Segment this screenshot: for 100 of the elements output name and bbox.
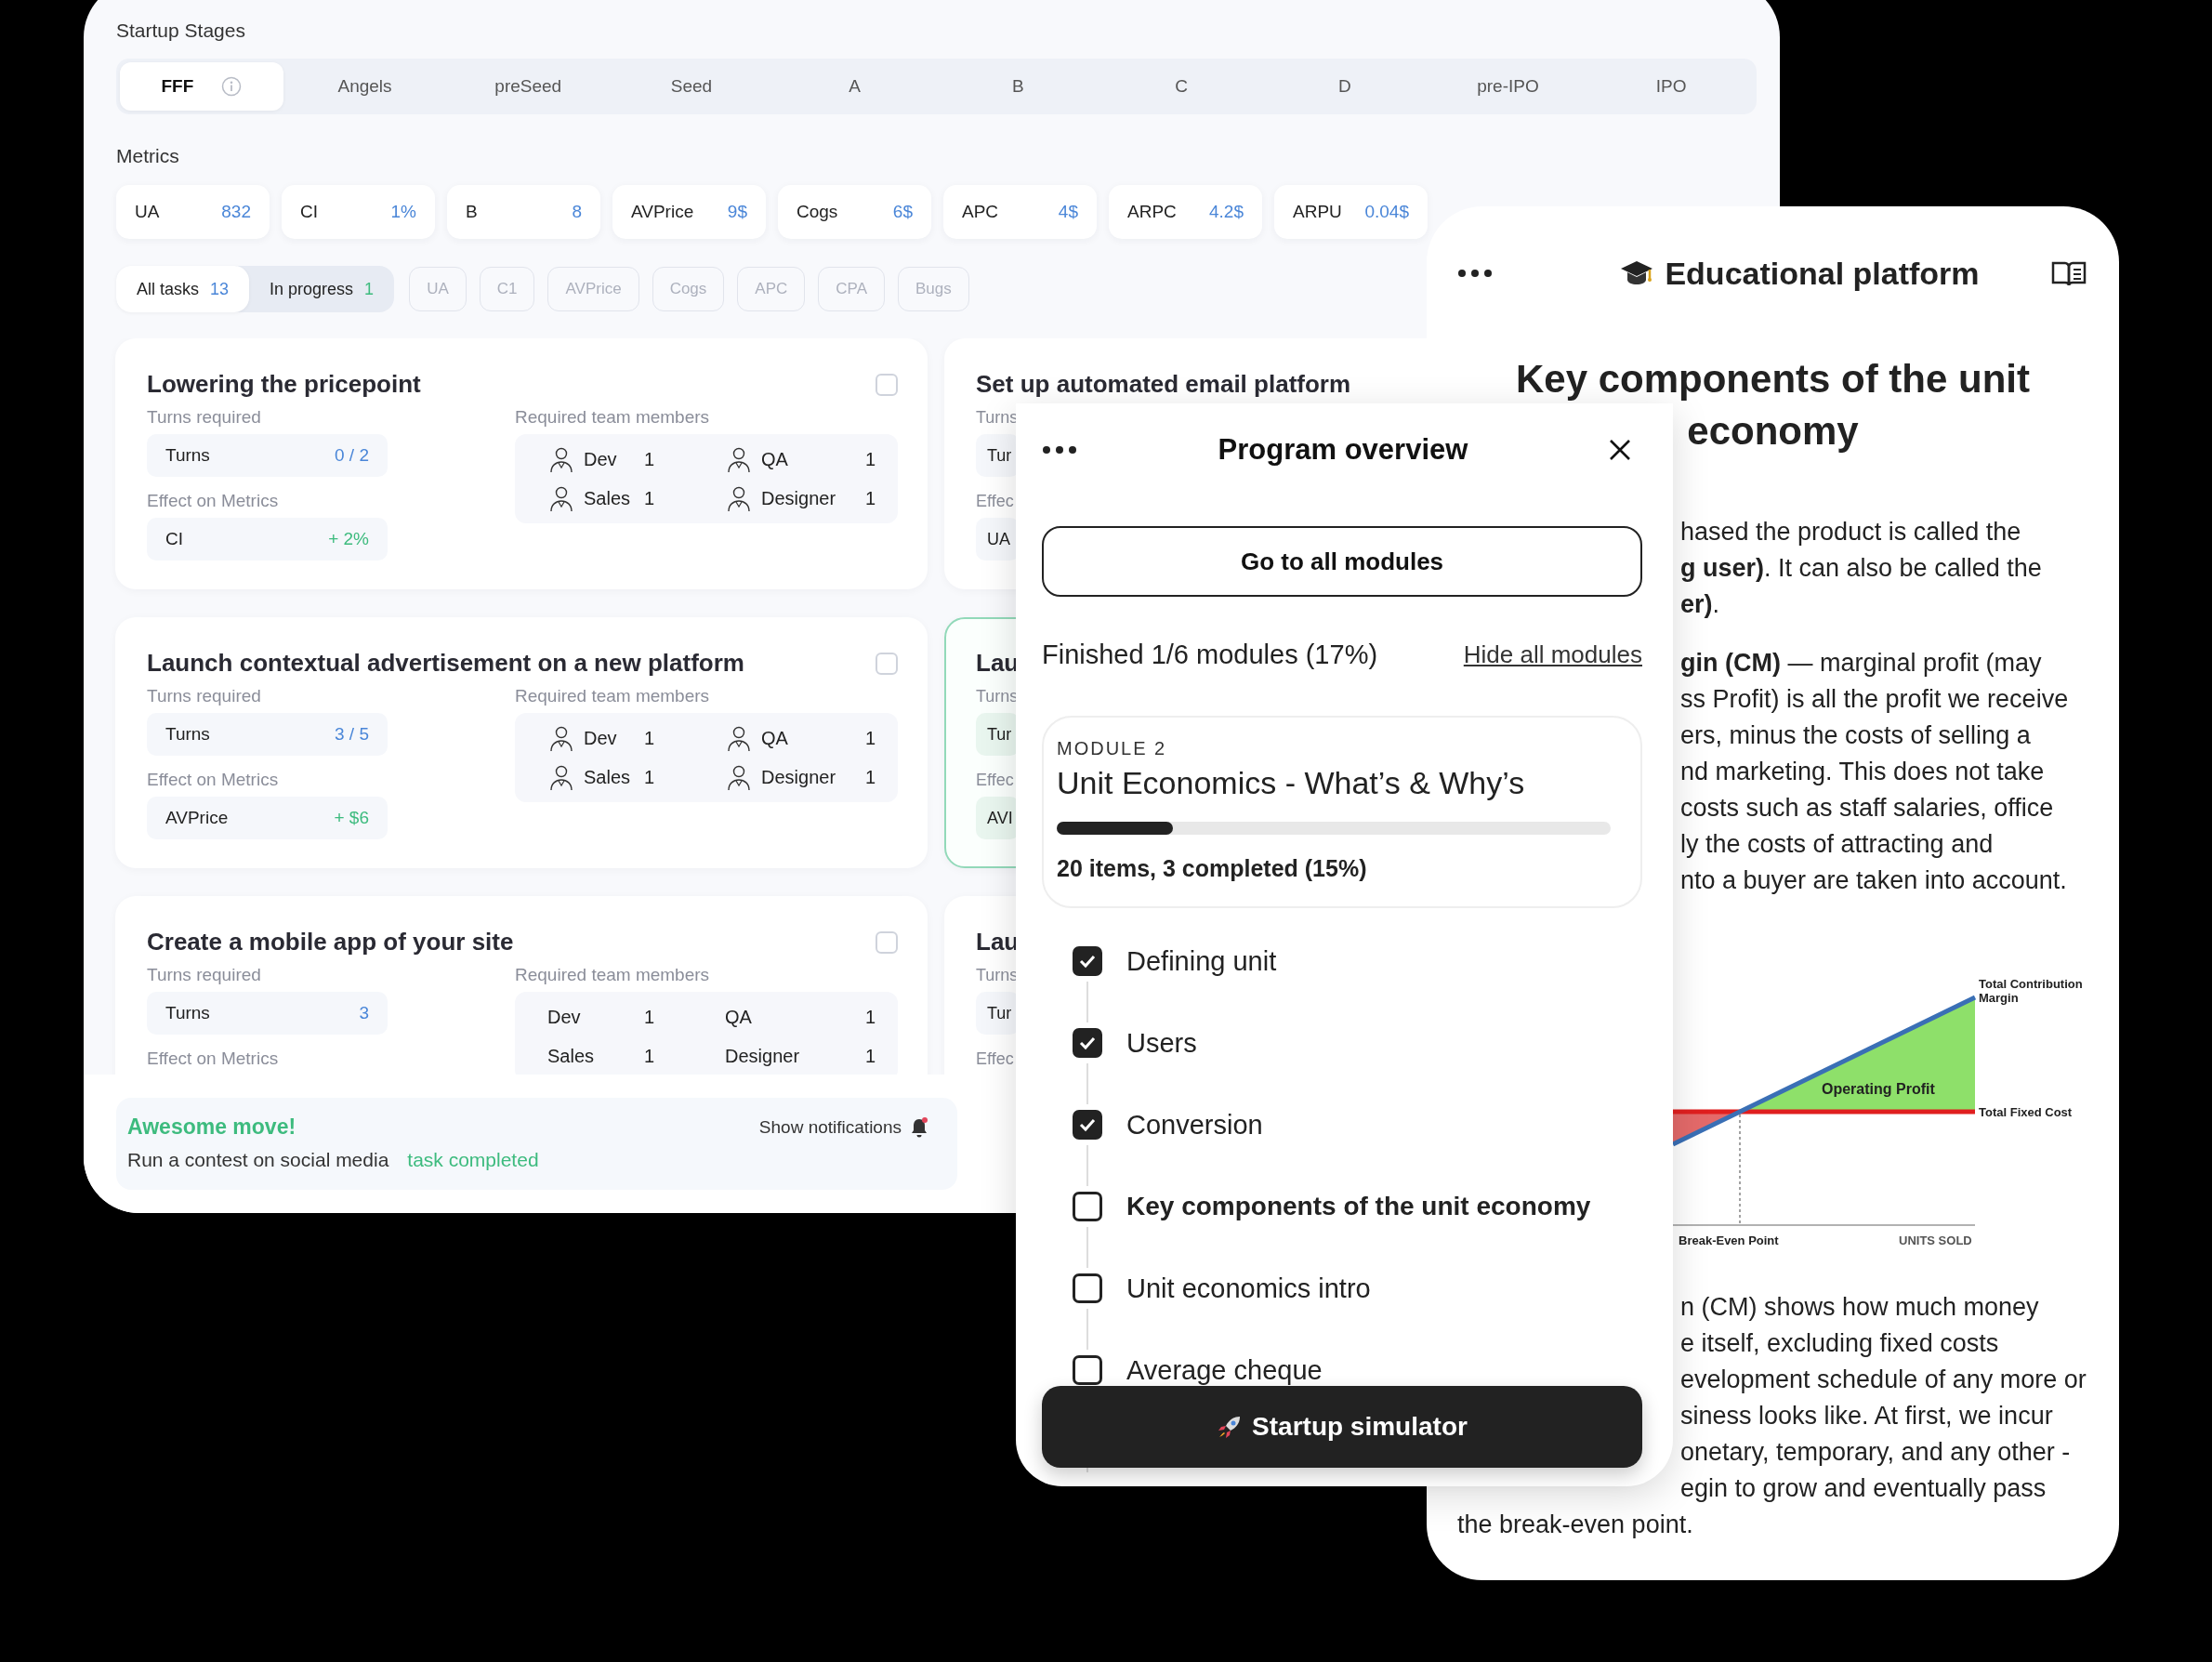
member-count: 1 [864, 487, 876, 509]
turns-field: Turns 3 [147, 992, 388, 1035]
stage-tab[interactable]: D [1262, 62, 1427, 111]
task-title: Lowering the pricepoint [147, 370, 421, 399]
filter-tab[interactable]: All tasks 13 [116, 266, 250, 312]
metric-value: 4$ [1058, 202, 1078, 222]
chart-label: Operating Profit [1822, 1082, 1935, 1096]
lesson-checkbox[interactable] [1073, 946, 1102, 976]
task-checkbox[interactable] [876, 373, 898, 396]
modules-button[interactable]: Go to all modules [1042, 526, 1642, 597]
task-title: Lau [976, 928, 1020, 956]
stage-tab[interactable]: C [1099, 62, 1263, 111]
module-summary: 20 items, 3 completed (15%) [1057, 855, 1368, 882]
member-count: 1 [864, 1045, 876, 1067]
body-text-line: costs such as staff salaries, office [1680, 793, 2055, 824]
task-checkbox[interactable] [876, 930, 898, 954]
body-text-line: the break-even point. [1457, 1510, 1694, 1540]
field-label: Turns [976, 965, 1020, 986]
task-title: Create a mobile app of your site [147, 928, 514, 956]
metric-value: 6$ [892, 202, 913, 222]
member-role: QA [761, 727, 788, 749]
field-label: Effect on Metrics [147, 490, 280, 512]
field-label: Required team members [515, 685, 711, 707]
body-text-line: er). [1680, 589, 1721, 620]
stage-tab[interactable]: preSeed [446, 62, 611, 111]
lesson-checkbox[interactable] [1073, 1110, 1102, 1140]
body-text-line: evelopment schedule of any more or [1680, 1365, 2087, 1395]
lesson-title[interactable]: Users [1126, 1027, 1197, 1059]
member-role: Sales [584, 487, 631, 509]
lesson-checkbox[interactable] [1073, 1028, 1102, 1058]
member-role: Dev [584, 727, 617, 749]
metric-value: 1% [390, 202, 416, 222]
lesson-checkbox[interactable] [1073, 1273, 1102, 1303]
field-label: Effec [976, 770, 1015, 791]
module-title: Unit Economics - What’s & Why’s [1057, 765, 1526, 801]
stage-tab[interactable]: IPO [1589, 62, 1753, 111]
lesson-checkbox[interactable] [1073, 1192, 1102, 1221]
metric-value: 0.04$ [1364, 202, 1409, 222]
stage-tab[interactable]: Angels [283, 62, 447, 111]
member-count: 1 [864, 1006, 876, 1028]
body-text-line: n (CM) shows how much money [1680, 1292, 2040, 1323]
member-role: QA [725, 1006, 752, 1028]
lesson-title[interactable]: Defining unit [1126, 945, 1277, 977]
panel-title: Program overview [1218, 433, 1468, 467]
stage-tab[interactable]: B [936, 62, 1100, 111]
member-count: 1 [643, 727, 654, 749]
metric-name: ARPC [1127, 202, 1177, 222]
member-count: 1 [864, 727, 876, 749]
section-label: Startup Stages [116, 20, 246, 42]
member-role: Designer [761, 487, 836, 509]
field-label: Turns [976, 686, 1020, 707]
body-text-line: g user). It can also be called the [1680, 553, 2043, 584]
member-role: Sales [547, 1045, 595, 1067]
lesson-checkbox[interactable] [1073, 1355, 1102, 1385]
lesson-title[interactable]: Key components of the unit economy [1126, 1192, 1591, 1221]
body-text-line: siness looks like. At first, we incur [1680, 1401, 2054, 1431]
more-icon[interactable] [1457, 269, 1493, 278]
lesson-title[interactable]: Unit economics intro [1126, 1273, 1371, 1304]
turns-field: Turns 0 / 2 [147, 434, 388, 477]
body-text-line: egin to grow and eventually pass [1680, 1473, 2047, 1504]
hide-modules-link[interactable]: Hide all modules [1463, 640, 1642, 669]
metric-name: AVPrice [631, 202, 694, 222]
body-text-line: gin (CM) — marginal profit (may [1680, 648, 2043, 679]
notifications-button[interactable]: Show notifications [758, 1115, 929, 1139]
article-heading: economy [1687, 408, 1859, 455]
body-text-line: onetary, temporary, and any other - [1680, 1437, 2072, 1468]
article-heading: Key components of the unit [1516, 356, 2030, 402]
field-label: Required team members [515, 964, 711, 986]
member-role: Designer [761, 766, 836, 788]
field-label: Turns required [147, 964, 262, 986]
stage-tab[interactable]: pre-IPO [1426, 62, 1590, 111]
metric-value: 9$ [727, 202, 747, 222]
body-text-line: ss Profit) is all the profit we receive [1680, 684, 2070, 715]
turns-field: Turns 3 / 5 [147, 713, 388, 756]
lesson-title[interactable]: Average cheque [1126, 1354, 1323, 1386]
book-icon[interactable] [2051, 259, 2087, 287]
task-checkbox[interactable] [876, 652, 898, 675]
member-role: Sales [584, 766, 631, 788]
module-label: MODULE 2 [1057, 738, 1168, 759]
task-title: Set up automated email platform [976, 370, 1351, 399]
body-text-line: ly the costs of attracting and [1680, 829, 1995, 860]
close-icon[interactable] [1609, 439, 1631, 461]
task-title: Launch contextual advertisement on a new platform [147, 649, 744, 678]
metric-value: 8 [572, 202, 582, 222]
simulator-button[interactable]: Startup simulator [1042, 1386, 1642, 1468]
stage-tab[interactable]: A [772, 62, 937, 111]
chart-label: Total Fixed Cost [1979, 1105, 2073, 1119]
body-text-line: ers, minus the costs of selling a [1680, 720, 2032, 751]
lesson-title[interactable]: Conversion [1126, 1109, 1263, 1141]
member-count: 1 [643, 1045, 654, 1067]
field-label: Effec [976, 491, 1015, 512]
member-count: 1 [643, 487, 654, 509]
more-icon[interactable] [1042, 445, 1077, 455]
field-label: Turns required [147, 406, 262, 429]
body-text-line: nd marketing. This does not take [1680, 757, 2046, 787]
effect-field: AVPrice + $6 [147, 797, 388, 839]
filter-tab[interactable]: In progress 1 [249, 266, 395, 312]
stage-tab[interactable]: Seed [610, 62, 773, 111]
stage-tab[interactable]: FFF [120, 62, 283, 111]
bell-icon [909, 1115, 929, 1139]
